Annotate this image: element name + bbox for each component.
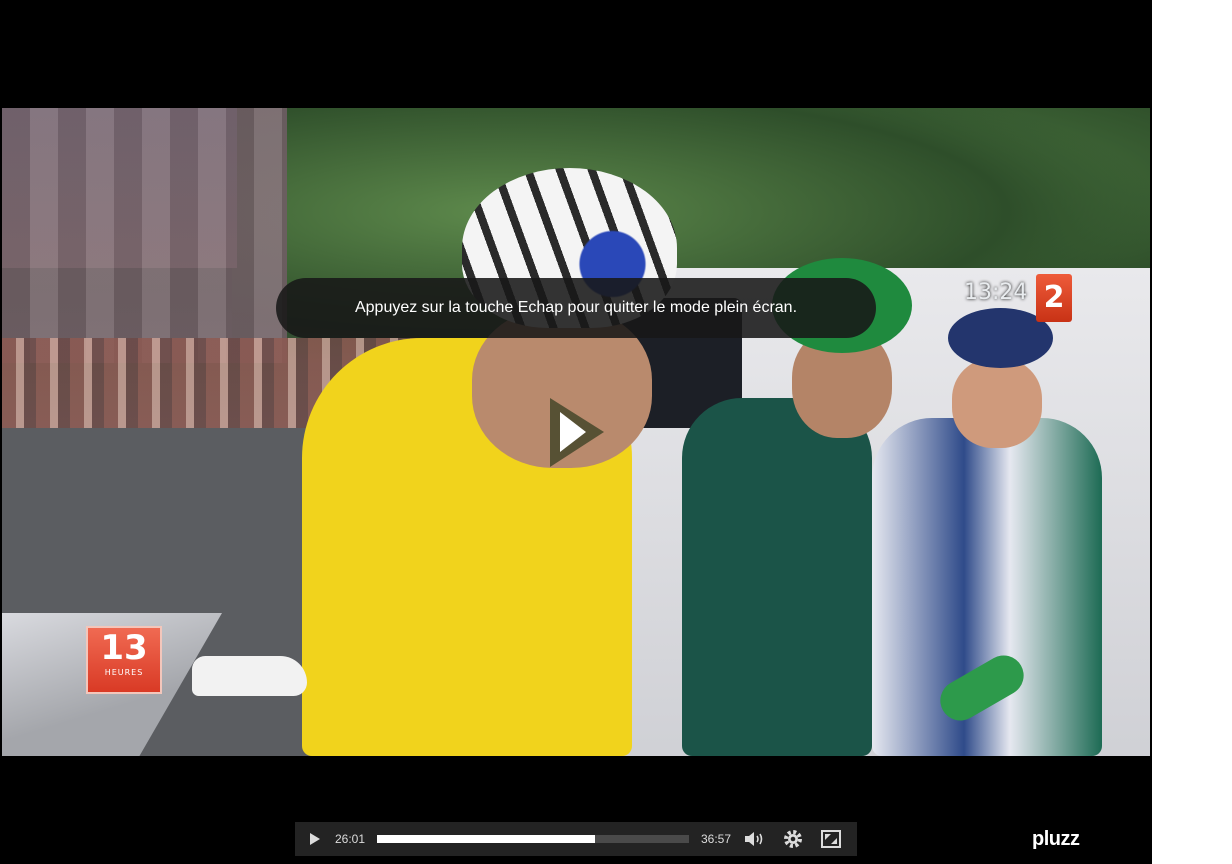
gear-icon (784, 830, 802, 848)
settings-button[interactable] (779, 825, 807, 853)
duration: 36:57 (700, 832, 732, 846)
page-gutter (1152, 0, 1232, 864)
show-logo-sub: HEURES (104, 668, 144, 677)
pluzz-logo: pluzz (1032, 828, 1080, 850)
bike-saddle (192, 656, 307, 696)
show-logo: 13 HEURES (86, 626, 162, 694)
fullscreen-notice: Appuyez sur la touche Echap pour quitter… (276, 278, 876, 338)
show-logo-number: 13 (100, 628, 148, 668)
volume-icon (745, 832, 763, 846)
seek-bar[interactable] (377, 835, 689, 843)
play-icon (310, 833, 320, 845)
seek-bar-progress (377, 835, 596, 843)
current-time: 26:01 (334, 832, 366, 846)
rider-white-head (952, 358, 1042, 448)
channel-logo: 2 (1036, 274, 1072, 322)
fullscreen-button[interactable] (817, 825, 845, 853)
volume-button[interactable] (741, 825, 769, 853)
player-controlbar: 26:01 36:57 (295, 822, 857, 856)
channel-clock: 13:24 (964, 280, 1028, 305)
background-buildings (2, 108, 287, 363)
rider-green-jersey (682, 398, 872, 756)
play-overlay-icon (550, 398, 604, 467)
exit-fullscreen-icon (821, 830, 841, 848)
play-overlay-button[interactable] (546, 395, 606, 470)
play-button[interactable] (301, 825, 329, 853)
